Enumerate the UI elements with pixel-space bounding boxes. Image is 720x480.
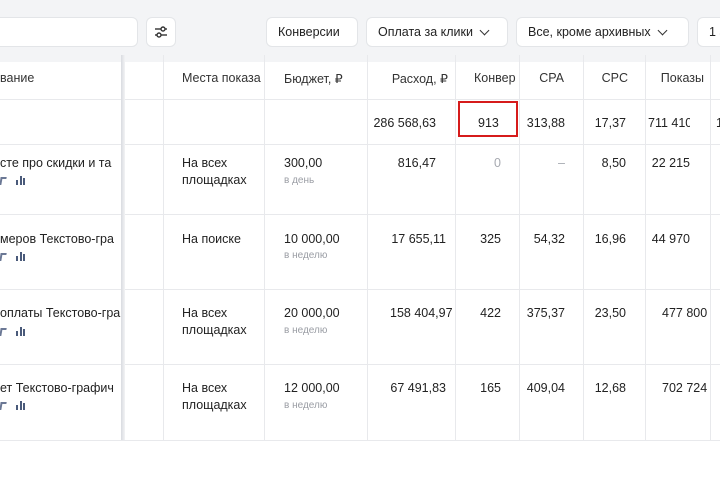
chevron-down-icon [657, 25, 668, 35]
status-filter-dropdown[interactable]: Все, кроме архивных [516, 17, 689, 47]
campaign-name-link[interactable]: сте про скидки и та [0, 156, 121, 170]
budget-value: 20 000,00 [284, 306, 340, 320]
campaign-name-link[interactable]: ет Текстово-графич [0, 381, 121, 395]
spend-value: 17 655,11 [391, 232, 446, 246]
impressions-value: 22 215 [651, 156, 690, 170]
toolbar: Конверсии Оплата за клики Все, кроме арх… [0, 0, 720, 62]
total-cpc: 17,37 [594, 116, 626, 130]
conversions-value: 422 [480, 306, 501, 320]
placement-line-2: площадках [182, 398, 247, 412]
payment-type-label: Оплата за клики [378, 25, 473, 39]
stats-icon[interactable] [16, 400, 25, 410]
stats-icon[interactable] [16, 326, 25, 336]
payment-type-dropdown[interactable]: Оплата за клики [366, 17, 508, 47]
conversions-chip[interactable]: Конверсии [266, 17, 358, 47]
chevron-down-icon [479, 25, 490, 35]
spend-value: 816,47 [397, 156, 436, 170]
impressions-value: 477 800 [662, 306, 708, 320]
placement-line-1: На всех [182, 381, 228, 395]
edit-icon[interactable] [0, 253, 7, 261]
cpc-value: 8,50 [601, 156, 626, 170]
campaign-name-link[interactable]: оплаты Текстово-гра [0, 306, 121, 320]
edit-icon[interactable] [0, 177, 7, 185]
placement-line-2: площадках [182, 323, 247, 337]
header-spend[interactable]: Расход, ₽ [370, 71, 448, 86]
impressions-value: 44 970 [651, 232, 690, 246]
cpa-value: – [558, 156, 565, 170]
filter-settings-button[interactable] [146, 17, 176, 47]
budget-period: в день [284, 175, 315, 186]
placement-line-1: На всех [182, 306, 228, 320]
cpa-value: 54,32 [533, 232, 565, 246]
cpc-value: 12,68 [594, 381, 626, 395]
stats-icon[interactable] [16, 251, 25, 261]
header-placement[interactable]: Места показа [182, 71, 262, 85]
placement-line-1: На всех [182, 156, 228, 170]
edit-icon[interactable] [0, 328, 7, 336]
cpc-value: 16,96 [594, 232, 626, 246]
placement-line-1: На поиске [182, 232, 241, 246]
search-input[interactable] [0, 17, 138, 47]
conversions-chip-label: Конверсии [278, 25, 340, 39]
header-conversions[interactable]: Конверсии [474, 71, 516, 85]
budget-value: 12 000,00 [284, 381, 340, 395]
campaign-name-link[interactable]: меров Текстово-гра [0, 232, 121, 246]
cpa-value: 409,04 [526, 381, 565, 395]
date-range-chip[interactable]: 1 а [697, 17, 720, 47]
budget-period: в неделю [284, 325, 328, 336]
budget-value: 300,00 [284, 156, 323, 170]
cpc-value: 23,50 [594, 306, 626, 320]
spend-value: 67 491,83 [390, 381, 446, 395]
total-spend: 286 568,63 [373, 116, 436, 130]
campaigns-table: вание Места показа Бюджет, ₽ Расход, ₽ К… [0, 55, 720, 440]
conversions-value: 165 [480, 381, 501, 395]
sticky-column-shadow [121, 55, 125, 440]
header-name[interactable]: вание [0, 71, 110, 85]
conversions-total-highlight [458, 101, 518, 137]
header-cpa[interactable]: CPA [522, 71, 564, 85]
conversions-value: 0 [494, 156, 501, 170]
conversions-value: 325 [480, 232, 501, 246]
cpa-value: 375,37 [526, 306, 565, 320]
sliders-icon [155, 26, 167, 38]
budget-value: 10 000,00 [284, 232, 340, 246]
edit-icon[interactable] [0, 402, 7, 410]
placement-line-2: площадках [182, 173, 247, 187]
impressions-value: 702 724 [662, 381, 708, 395]
total-impressions: 711 410 [648, 116, 690, 130]
total-cpa: 313,88 [526, 116, 565, 130]
budget-period: в неделю [284, 400, 328, 411]
total-extra: 1 [716, 116, 720, 130]
date-range-label: 1 а [709, 25, 720, 39]
spend-value: 158 404,97 [390, 306, 453, 320]
header-budget[interactable]: Бюджет, ₽ [284, 71, 364, 86]
header-impressions[interactable]: Показы [648, 71, 704, 85]
stats-icon[interactable] [16, 175, 25, 185]
header-cpc[interactable]: CPC [586, 71, 628, 85]
budget-period: в неделю [284, 250, 328, 261]
status-filter-label: Все, кроме архивных [528, 25, 651, 39]
